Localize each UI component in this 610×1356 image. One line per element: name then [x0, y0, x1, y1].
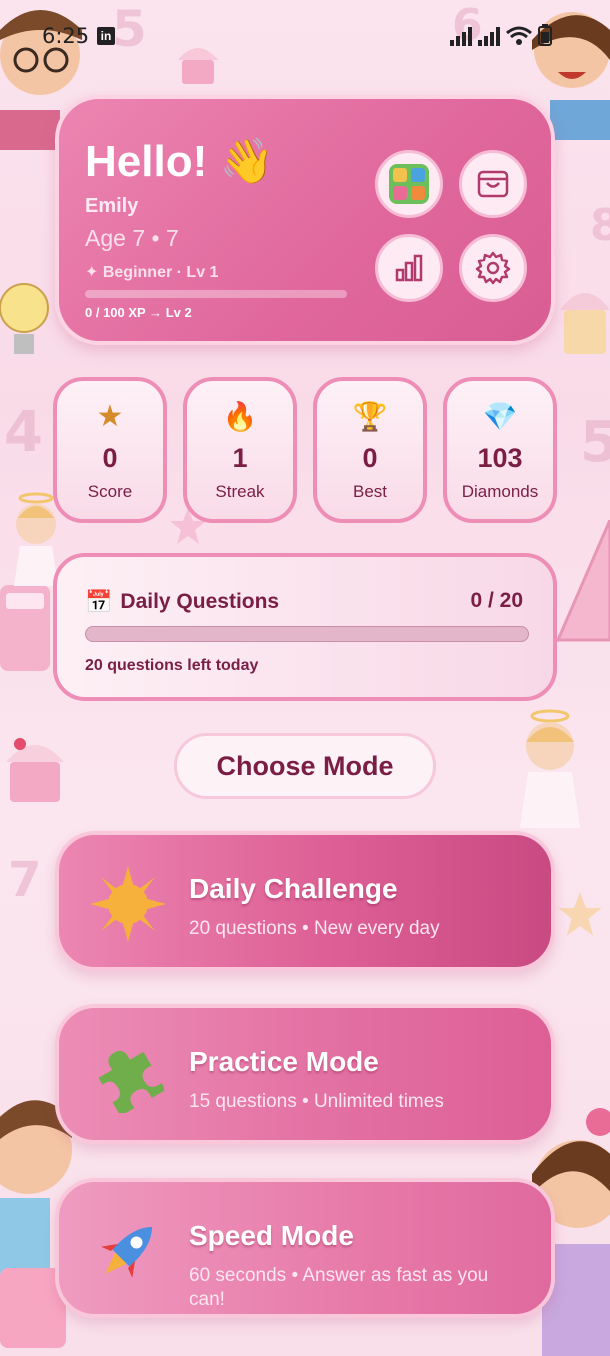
battery-icon [538, 24, 552, 46]
xp-progress-bar [85, 290, 347, 298]
background-lightbulb-decoration [0, 280, 54, 364]
speed-mode-button[interactable]: Speed Mode 60 seconds • Answer as fast a… [55, 1178, 555, 1318]
daily-questions-heading: 📅 Daily Questions [85, 589, 279, 615]
puzzle-icon [89, 1038, 167, 1116]
settings-gear-icon [475, 251, 511, 285]
greeting-title: Hello! 👋 [85, 137, 275, 186]
practice-mode-button[interactable]: Practice Mode 15 questions • Unlimited t… [55, 1004, 555, 1144]
best-label: Best [352, 482, 388, 501]
status-icons [450, 24, 552, 46]
status-bar: 6:25 in [0, 0, 610, 70]
daily-challenge-title: Daily Challenge [189, 873, 398, 904]
diamond-icon: 💎 [447, 399, 553, 433]
daily-challenge-description: 20 questions • New every day [189, 918, 440, 939]
fire-glyph: 🔥 [222, 400, 258, 432]
background-number-decoration: 4 [4, 400, 43, 465]
choose-mode-heading: Choose Mode [174, 733, 436, 799]
diamonds-value: 103 [477, 443, 523, 473]
background-angel-character [510, 706, 590, 832]
game-map-icon [389, 164, 429, 204]
score-value: 0 [102, 443, 118, 473]
daily-questions-card: 📅 Daily Questions 0 / 20 20 questions le… [53, 553, 557, 701]
best-value: 0 [362, 443, 378, 473]
xp-label: 0 / 100 XP → Lv 2 [85, 305, 192, 320]
linkedin-notification-icon: in [97, 27, 115, 45]
star-glyph: ★ [96, 399, 124, 433]
status-time: 6:25 [42, 24, 90, 48]
background-star-decoration [558, 892, 602, 936]
speed-mode-title: Speed Mode [189, 1220, 354, 1251]
star-icon [89, 865, 167, 943]
calendar-icon: 📅 [85, 589, 113, 614]
game-map-button[interactable] [375, 150, 443, 218]
trophy-icon: 🏆 [317, 399, 423, 433]
best-stat-card: 🏆 0 Best [313, 377, 427, 523]
streak-label: Streak [215, 482, 265, 501]
fire-icon: 🔥 [187, 399, 293, 433]
speed-mode-description: 60 seconds • Answer as fast as you can! [189, 1265, 489, 1310]
shop-button[interactable] [459, 150, 527, 218]
settings-button[interactable] [459, 234, 527, 302]
score-stat-card: ★ 0 Score [53, 377, 167, 523]
wifi-icon [506, 26, 532, 45]
background-cupcake-decoration [560, 270, 610, 360]
diamond-glyph: 💎 [482, 400, 518, 432]
background-number-decoration: 8 [590, 200, 610, 251]
practice-mode-description: 15 questions • Unlimited times [189, 1091, 444, 1112]
profile-card: Hello! 👋 Emily Age 7 • 7 ✦ Beginner · Lv… [55, 95, 555, 345]
star-icon: ★ [57, 399, 163, 433]
diamonds-label: Diamonds [461, 482, 539, 501]
user-name: Emily [85, 195, 139, 217]
background-calculator-decoration [0, 585, 54, 675]
diamonds-stat-card: 💎 103 Diamonds [443, 377, 557, 523]
rocket-icon [89, 1212, 167, 1290]
user-age: Age 7 • 7 [85, 225, 179, 251]
background-ruler-decoration [555, 519, 610, 650]
background-cupcake-decoration [0, 720, 70, 810]
background-number-decoration: 7 [8, 852, 42, 908]
score-label: Score [87, 482, 133, 501]
streak-value: 1 [232, 443, 248, 473]
daily-questions-count: 0 / 20 [470, 589, 523, 612]
practice-mode-title: Practice Mode [189, 1046, 379, 1077]
stats-chart-icon [395, 254, 423, 282]
daily-challenge-button[interactable]: Daily Challenge 20 questions • New every… [55, 831, 555, 971]
signal-icon [478, 26, 500, 46]
questions-remaining: 20 questions left today [85, 657, 259, 674]
background-number-decoration: 5 [580, 410, 610, 475]
stats-button[interactable] [375, 234, 443, 302]
user-level: ✦ Beginner · Lv 1 [85, 264, 219, 281]
daily-questions-title: Daily Questions [120, 590, 280, 613]
trophy-glyph: 🏆 [352, 400, 388, 432]
shop-bag-icon [477, 170, 509, 198]
signal-icon [450, 26, 472, 46]
daily-progress-bar [85, 626, 529, 642]
streak-stat-card: 🔥 1 Streak [183, 377, 297, 523]
